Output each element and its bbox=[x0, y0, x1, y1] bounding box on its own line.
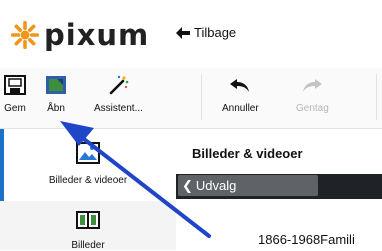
udvalg-button[interactable]: ❮ Udvalg bbox=[178, 175, 318, 196]
undo-icon bbox=[229, 74, 251, 96]
assistant-button[interactable]: Assistent... bbox=[94, 74, 143, 114]
back-label: Tilbage bbox=[194, 25, 237, 40]
save-label: Gem bbox=[4, 103, 26, 114]
album-list-item[interactable]: 1866-1968Famili bbox=[258, 232, 355, 247]
main-panel: Billeder & videoer ❮ Udvalg 1866-1968Fam… bbox=[176, 129, 382, 250]
redo-icon bbox=[301, 74, 323, 96]
active-indicator bbox=[0, 129, 4, 201]
logo-text: pixum bbox=[44, 17, 150, 52]
pixum-star-icon bbox=[11, 21, 39, 49]
arrow-left-icon bbox=[176, 26, 190, 39]
sidebar-label-album: Billeder bbox=[71, 240, 105, 251]
photos-videos-icon bbox=[76, 142, 100, 169]
app-header: pixum Tilbage bbox=[0, 0, 382, 68]
pixum-logo: pixum bbox=[10, 20, 149, 50]
sidebar-item-album[interactable]: Billeder bbox=[0, 205, 176, 251]
assistant-icon bbox=[107, 74, 129, 96]
open-button[interactable]: Åbn bbox=[45, 74, 67, 114]
assistant-label: Assistent... bbox=[94, 103, 143, 114]
selection-bar: ❮ Udvalg bbox=[176, 174, 382, 199]
undo-label: Annuller bbox=[222, 103, 259, 114]
open-icon bbox=[45, 74, 67, 96]
toolbar-separator bbox=[376, 74, 377, 120]
undo-button[interactable]: Annuller bbox=[222, 74, 259, 114]
toolbar-separator bbox=[201, 74, 202, 120]
sidebar-item-photos-videos[interactable]: Billeder & videoer bbox=[0, 129, 176, 201]
sidebar-label-photos-videos: Billeder & videoer bbox=[48, 175, 128, 186]
toolbar: Gem Åbn Assistent... Annuller Gentag bbox=[0, 68, 382, 129]
page-title: Billeder & videoer bbox=[192, 146, 303, 161]
save-button[interactable]: Gem bbox=[4, 74, 26, 114]
sidebar: Billeder & videoer Billeder bbox=[0, 129, 176, 251]
udvalg-label: Udvalg bbox=[195, 178, 237, 193]
chevron-left-icon: ❮ bbox=[182, 177, 193, 193]
save-icon bbox=[4, 74, 26, 96]
redo-label: Gentag bbox=[296, 103, 329, 114]
album-icon bbox=[76, 211, 100, 234]
back-button[interactable]: Tilbage bbox=[176, 25, 236, 40]
redo-button[interactable]: Gentag bbox=[296, 74, 329, 114]
open-label: Åbn bbox=[47, 103, 65, 114]
